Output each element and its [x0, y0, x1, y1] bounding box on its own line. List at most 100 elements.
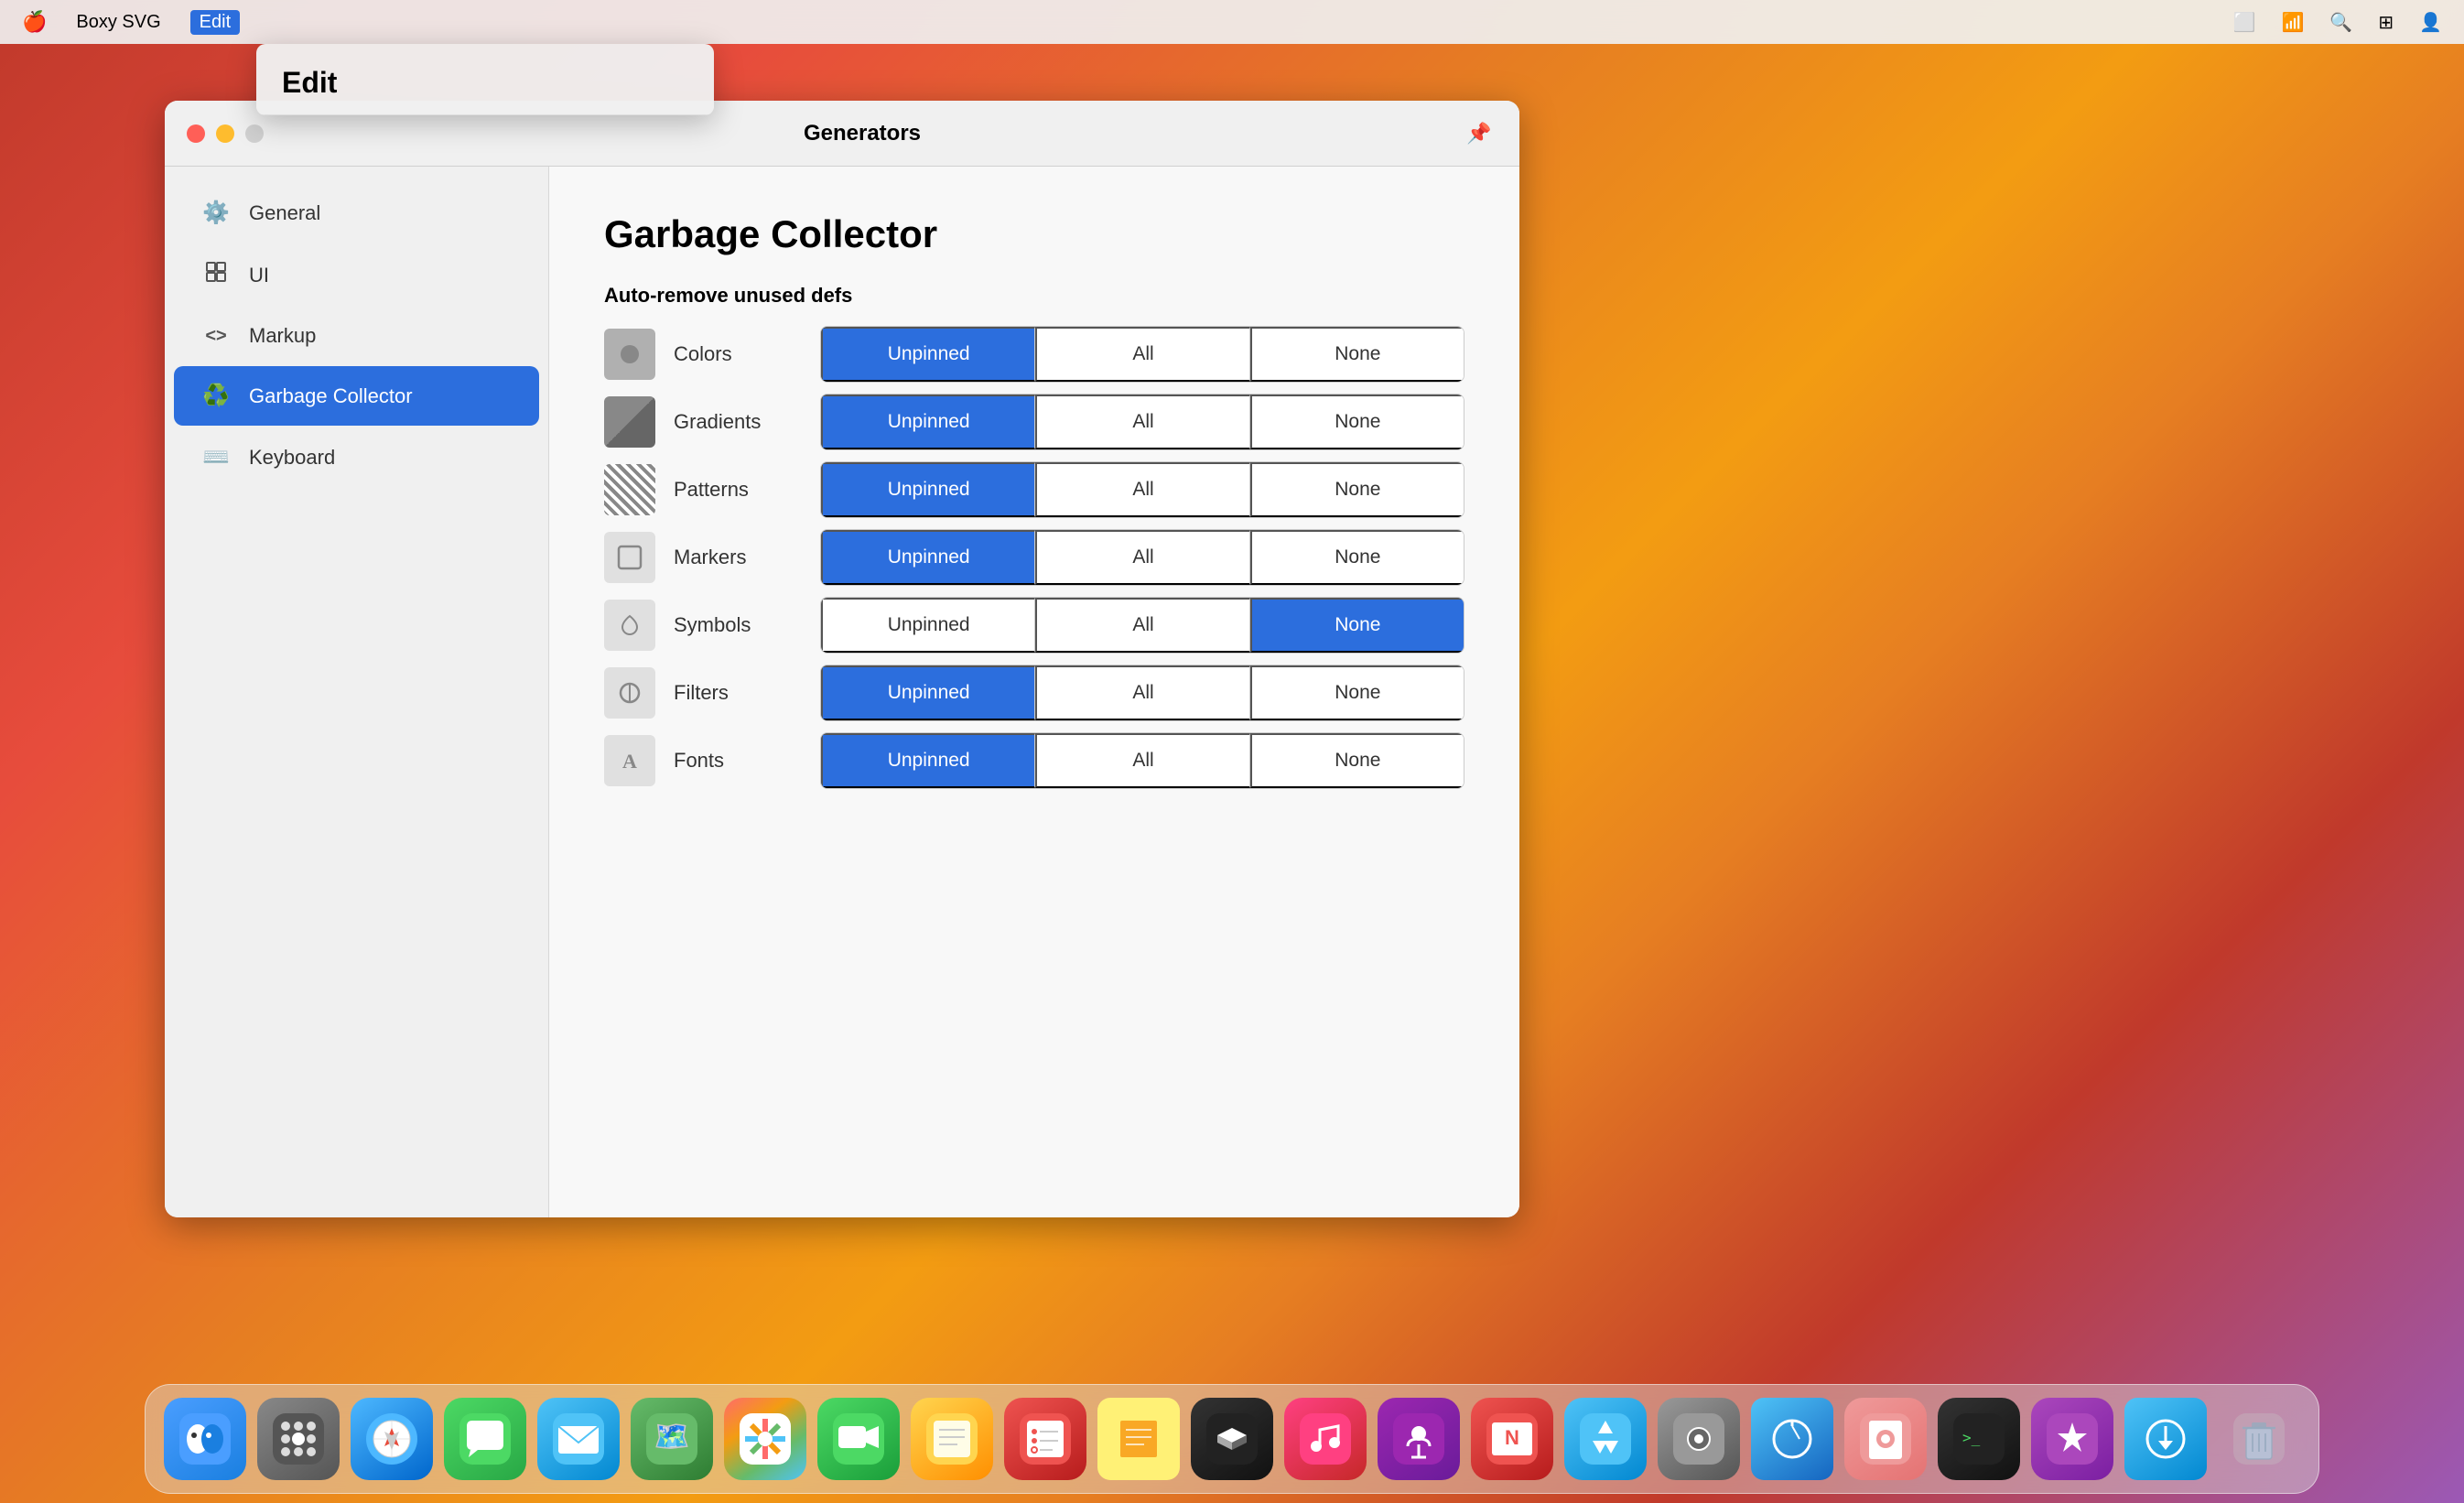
- svg-text:>_: >_: [1962, 1429, 1981, 1446]
- gradients-all-btn[interactable]: All: [1035, 395, 1249, 449]
- settings-window-controls: [187, 124, 264, 143]
- sidebar-item-markup-label: Markup: [249, 324, 316, 348]
- menubar-boxy-svg[interactable]: Boxy SVG: [76, 12, 160, 33]
- dock-maps[interactable]: 🗺️: [631, 1398, 713, 1480]
- dock-terminal[interactable]: >_: [1938, 1398, 2020, 1480]
- colors-label: Colors: [674, 342, 820, 366]
- filters-row: Filters Unpinned All None: [604, 665, 1464, 721]
- settings-nav-sidebar: ⚙️ General UI <> Markup ♻️ Garbage Colle…: [165, 167, 549, 1217]
- symbols-unpinned-btn[interactable]: Unpinned: [821, 598, 1035, 653]
- patterns-unpinned-btn[interactable]: Unpinned: [821, 462, 1035, 517]
- dock-preview[interactable]: [1844, 1398, 1927, 1480]
- edit-menu-title: Edit: [256, 44, 714, 115]
- settings-body: ⚙️ General UI <> Markup ♻️ Garbage Colle…: [165, 167, 1519, 1217]
- patterns-label: Patterns: [674, 478, 820, 502]
- user-icon[interactable]: 👤: [2419, 11, 2442, 34]
- menubar-edit[interactable]: Edit: [190, 10, 240, 35]
- fonts-label: Fonts: [674, 749, 820, 773]
- fonts-none-btn[interactable]: None: [1250, 733, 1464, 788]
- sidebar-item-ui[interactable]: UI: [174, 244, 539, 306]
- sidebar-item-ui-label: UI: [249, 264, 269, 287]
- fonts-all-btn[interactable]: All: [1035, 733, 1249, 788]
- colors-icon: [604, 329, 655, 380]
- symbols-segmented-control: Unpinned All None: [820, 597, 1464, 654]
- dock-finder[interactable]: [164, 1398, 246, 1480]
- gradients-label: Gradients: [674, 410, 820, 434]
- svg-text:A: A: [622, 750, 637, 773]
- dock-facetime[interactable]: [817, 1398, 900, 1480]
- sidebar-item-keyboard-label: Keyboard: [249, 446, 335, 470]
- fonts-segmented-control: Unpinned All None: [820, 732, 1464, 789]
- page-title: Garbage Collector: [604, 212, 1464, 256]
- menubar: 🍎 Boxy SVG Edit ⬜ 📶 🔍 ⊞ 👤: [0, 0, 2464, 44]
- svg-text:N: N: [1505, 1426, 1519, 1449]
- dock-system-preferences[interactable]: [1658, 1398, 1740, 1480]
- dock-messages[interactable]: [444, 1398, 526, 1480]
- dock-launchpad[interactable]: [257, 1398, 340, 1480]
- general-icon: ⚙️: [200, 200, 232, 226]
- dock-trash[interactable]: [2218, 1398, 2300, 1480]
- dock-photos[interactable]: [724, 1398, 806, 1480]
- menubar-right-icons: ⬜ 📶 🔍 ⊞ 👤: [2233, 11, 2442, 34]
- dock-reminders[interactable]: [1004, 1398, 1086, 1480]
- settings-maximize-button[interactable]: [245, 124, 264, 143]
- sidebar-item-markup[interactable]: <> Markup: [174, 308, 539, 364]
- gradients-icon: [604, 396, 655, 448]
- dock-stickies[interactable]: [1097, 1398, 1180, 1480]
- sidebar-item-general[interactable]: ⚙️ General: [174, 183, 539, 243]
- filters-none-btn[interactable]: None: [1250, 665, 1464, 720]
- fonts-row: A Fonts Unpinned All None: [604, 732, 1464, 789]
- filters-all-btn[interactable]: All: [1035, 665, 1249, 720]
- dock-altimeter[interactable]: [1751, 1398, 1833, 1480]
- markers-segmented-control: Unpinned All None: [820, 529, 1464, 586]
- colors-all-btn[interactable]: All: [1035, 327, 1249, 382]
- gradients-unpinned-btn[interactable]: Unpinned: [821, 395, 1035, 449]
- settings-window: Generators 📌 ⚙️ General UI <> Markup: [165, 101, 1519, 1217]
- colors-unpinned-btn[interactable]: Unpinned: [821, 327, 1035, 382]
- sidebar-item-keyboard[interactable]: ⌨️ Keyboard: [174, 427, 539, 487]
- apple-menu[interactable]: 🍎: [22, 10, 47, 34]
- gradients-none-btn[interactable]: None: [1250, 395, 1464, 449]
- dock-notes[interactable]: [911, 1398, 993, 1480]
- patterns-row: Patterns Unpinned All None: [604, 461, 1464, 518]
- dock-mail[interactable]: [537, 1398, 620, 1480]
- section-title: Auto-remove unused defs: [604, 284, 1464, 308]
- symbols-all-btn[interactable]: All: [1035, 598, 1249, 653]
- settings-close-button[interactable]: [187, 124, 205, 143]
- settings-pin-button[interactable]: 📌: [1461, 115, 1497, 152]
- dock-appstore[interactable]: [1564, 1398, 1647, 1480]
- ui-icon: [200, 261, 232, 289]
- control-center-icon[interactable]: ⊞: [2378, 11, 2394, 34]
- dock-podcasts[interactable]: [1378, 1398, 1460, 1480]
- patterns-all-btn[interactable]: All: [1035, 462, 1249, 517]
- dock: 🗺️: [145, 1384, 2319, 1494]
- garbage-collector-icon: ♻️: [200, 383, 232, 409]
- colors-none-btn[interactable]: None: [1250, 327, 1464, 382]
- edit-menu-popup: Edit: [256, 44, 714, 115]
- search-icon[interactable]: 🔍: [2329, 11, 2352, 34]
- fonts-icon: A: [604, 735, 655, 786]
- markers-unpinned-btn[interactable]: Unpinned: [821, 530, 1035, 585]
- keyboard-icon: ⌨️: [200, 444, 232, 470]
- dock-appletv[interactable]: [1191, 1398, 1273, 1480]
- patterns-none-btn[interactable]: None: [1250, 462, 1464, 517]
- filters-unpinned-btn[interactable]: Unpinned: [821, 665, 1035, 720]
- sidebar-item-general-label: General: [249, 201, 320, 225]
- filters-segmented-control: Unpinned All None: [820, 665, 1464, 721]
- dock-music[interactable]: [1284, 1398, 1367, 1480]
- dock-pixelmator[interactable]: [2031, 1398, 2113, 1480]
- markers-none-btn[interactable]: None: [1250, 530, 1464, 585]
- gradients-segmented-control: Unpinned All None: [820, 394, 1464, 450]
- markup-icon: <>: [200, 326, 232, 347]
- dock-downloader[interactable]: [2124, 1398, 2207, 1480]
- markers-all-btn[interactable]: All: [1035, 530, 1249, 585]
- settings-minimize-button[interactable]: [216, 124, 234, 143]
- filters-icon: [604, 667, 655, 719]
- settings-content-area: Garbage Collector Auto-remove unused def…: [549, 167, 1519, 1217]
- symbols-none-btn[interactable]: None: [1250, 598, 1464, 653]
- fonts-unpinned-btn[interactable]: Unpinned: [821, 733, 1035, 788]
- dock-safari[interactable]: [351, 1398, 433, 1480]
- settings-window-title: Generators: [264, 121, 1461, 146]
- dock-news[interactable]: N: [1471, 1398, 1553, 1480]
- sidebar-item-garbage-collector[interactable]: ♻️ Garbage Collector: [174, 366, 539, 426]
